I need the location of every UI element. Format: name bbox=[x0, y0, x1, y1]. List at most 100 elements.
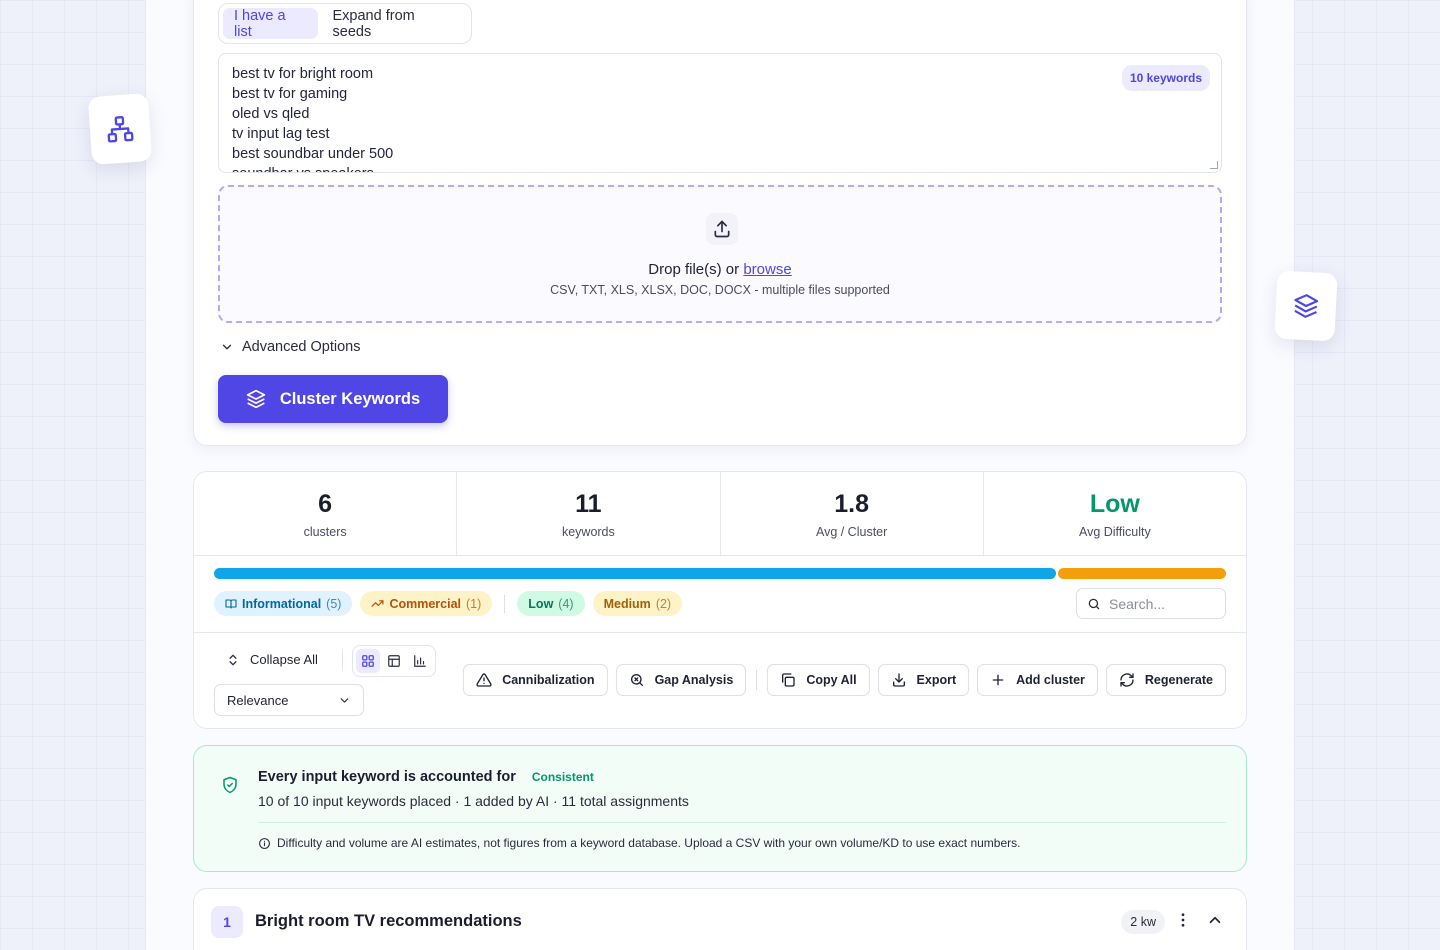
add-cluster-button[interactable]: Add cluster bbox=[977, 664, 1098, 696]
copy-all-button[interactable]: Copy All bbox=[767, 664, 870, 696]
download-icon bbox=[892, 673, 905, 687]
view-mode-toggle bbox=[352, 645, 436, 677]
chip-count: (5) bbox=[326, 596, 342, 611]
chevron-down-icon bbox=[340, 697, 349, 703]
chip-label: Low bbox=[528, 596, 554, 611]
consistency-tag: Consistent bbox=[531, 770, 594, 784]
action-divider bbox=[756, 670, 758, 690]
warning-icon bbox=[476, 673, 492, 687]
chevron-down-icon bbox=[222, 344, 232, 350]
plus-icon bbox=[992, 674, 1004, 686]
stat-clusters: 6 clusters bbox=[194, 472, 458, 555]
toolbar-vertical-divider bbox=[342, 650, 343, 670]
hierarchy-icon bbox=[107, 116, 134, 143]
stat-label: Avg Difficulty bbox=[1078, 525, 1151, 539]
chip-label: Commercial bbox=[389, 596, 462, 611]
cannibalization-button[interactable]: Cannibalization bbox=[463, 664, 608, 696]
stat-value: 1.8 bbox=[834, 490, 869, 518]
view-grid-button[interactable] bbox=[356, 649, 380, 673]
action-label: Gap Analysis bbox=[654, 673, 734, 687]
coverage-title: Every input keyword is accounted for Con… bbox=[258, 769, 594, 785]
action-label: Cannibalization bbox=[502, 673, 595, 687]
intent-distribution-bar bbox=[214, 568, 1226, 579]
table-icon bbox=[388, 655, 400, 667]
collapse-all-label: Collapse All bbox=[250, 652, 318, 667]
intent-bar-segment-commercial bbox=[1057, 568, 1226, 579]
cluster-keyword-count: 2 kw bbox=[1121, 910, 1165, 934]
action-label: Export bbox=[916, 673, 957, 687]
cluster-title[interactable]: Bright room TV recommendations bbox=[255, 912, 522, 931]
stat-label: clusters bbox=[303, 525, 347, 539]
keyword-line: best tv for gaming bbox=[232, 86, 348, 102]
filter-chip-informational[interactable]: Informational (5) bbox=[214, 591, 353, 616]
book-icon bbox=[225, 598, 237, 609]
filter-chip-commercial[interactable]: Commercial (1) bbox=[360, 591, 493, 616]
copy-icon bbox=[782, 673, 795, 687]
floating-tile-left bbox=[87, 92, 153, 166]
gap-analysis-button[interactable]: Gap Analysis bbox=[615, 664, 747, 696]
stat-label: Avg / Cluster bbox=[815, 525, 888, 539]
chip-count: (2) bbox=[655, 596, 672, 611]
bar-chart-icon bbox=[414, 655, 426, 667]
filter-chips: Informational (5) Commercial (1) Low (4)… bbox=[214, 591, 683, 616]
chip-count: (4) bbox=[558, 596, 574, 611]
tab-expand-seeds[interactable]: Expand from seeds bbox=[322, 8, 468, 40]
resize-handle[interactable] bbox=[1210, 161, 1218, 169]
layers-icon bbox=[246, 389, 266, 409]
cluster-keywords-label: Cluster Keywords bbox=[279, 389, 421, 408]
action-label: Copy All bbox=[806, 673, 857, 687]
regenerate-button[interactable]: Regenerate bbox=[1105, 664, 1226, 696]
input-card: I have a list Expand from seeds best tv … bbox=[193, 0, 1247, 446]
search-input[interactable] bbox=[1109, 595, 1219, 612]
stat-value: 11 bbox=[575, 490, 602, 518]
keyword-line: best tv for bright room bbox=[232, 66, 374, 82]
dropzone-subtitle: CSV, TXT, XLS, XLSX, DOC, DOCX - multipl… bbox=[550, 283, 890, 297]
sort-select[interactable]: Relevance bbox=[214, 684, 364, 716]
file-dropzone[interactable]: Drop file(s) or browse CSV, TXT, XLS, XL… bbox=[218, 185, 1222, 323]
view-table-button[interactable] bbox=[382, 649, 406, 673]
action-label: Add cluster bbox=[1016, 673, 1085, 687]
search-icon bbox=[1088, 598, 1100, 609]
stat-avg-difficulty: Low Avg Difficulty bbox=[984, 472, 1246, 555]
stat-avg-cluster: 1.8 Avg / Cluster bbox=[721, 472, 984, 555]
search-x-icon bbox=[630, 674, 643, 686]
cluster-menu-button[interactable] bbox=[1174, 911, 1192, 934]
filter-chip-medium[interactable]: Medium (2) bbox=[592, 591, 683, 616]
action-label: Regenerate bbox=[1144, 673, 1213, 687]
browse-link[interactable]: browse bbox=[743, 261, 791, 278]
tab-have-list[interactable]: I have a list bbox=[223, 8, 318, 40]
keyword-count-badge: 10 keywords bbox=[1121, 65, 1210, 91]
keyword-line: best soundbar under 500 bbox=[232, 146, 394, 162]
stat-value: 6 bbox=[318, 490, 333, 518]
refresh-icon bbox=[1120, 673, 1134, 687]
chip-divider bbox=[504, 594, 506, 613]
toolbar-divider bbox=[194, 632, 1246, 633]
advanced-options-toggle[interactable]: Advanced Options bbox=[220, 339, 361, 355]
layers-icon bbox=[1294, 294, 1319, 318]
chip-count: (1) bbox=[466, 596, 482, 611]
coverage-summary: 10 of 10 input keywords placed · 1 added… bbox=[258, 793, 689, 809]
coverage-status-card: Every input keyword is accounted for Con… bbox=[193, 745, 1247, 872]
stat-value: Low bbox=[1089, 490, 1140, 518]
export-button[interactable]: Export bbox=[877, 664, 970, 696]
collapse-all-button[interactable]: Collapse All bbox=[226, 652, 318, 667]
dropzone-title-text: Drop file(s) or bbox=[648, 261, 744, 278]
sort-value: Relevance bbox=[227, 692, 289, 708]
coverage-title-text: Every input keyword is accounted for bbox=[258, 769, 516, 785]
filter-chip-low[interactable]: Low (4) bbox=[517, 591, 585, 616]
dropzone-title: Drop file(s) or browse bbox=[220, 261, 1220, 278]
cluster-collapse-button[interactable] bbox=[1206, 911, 1224, 934]
results-summary-card: 6 clusters 11 keywords 1.8 Avg / Cluster… bbox=[193, 471, 1247, 729]
coverage-note: Difficulty and volume are AI estimates, … bbox=[258, 836, 1020, 850]
upload-icon bbox=[706, 213, 738, 245]
cluster-keywords-button[interactable]: Cluster Keywords bbox=[218, 375, 448, 423]
chevron-up-icon bbox=[1209, 916, 1221, 924]
keywords-textarea[interactable]: best tv for bright room best tv for gami… bbox=[218, 53, 1222, 173]
stat-keywords: 11 keywords bbox=[457, 472, 721, 555]
trending-up-icon bbox=[371, 600, 384, 607]
chip-label: Informational bbox=[242, 596, 322, 611]
view-chart-button[interactable] bbox=[408, 649, 432, 673]
grid-icon bbox=[362, 655, 374, 667]
chevrons-up-down-icon bbox=[229, 654, 237, 665]
shield-check-icon bbox=[223, 776, 237, 794]
